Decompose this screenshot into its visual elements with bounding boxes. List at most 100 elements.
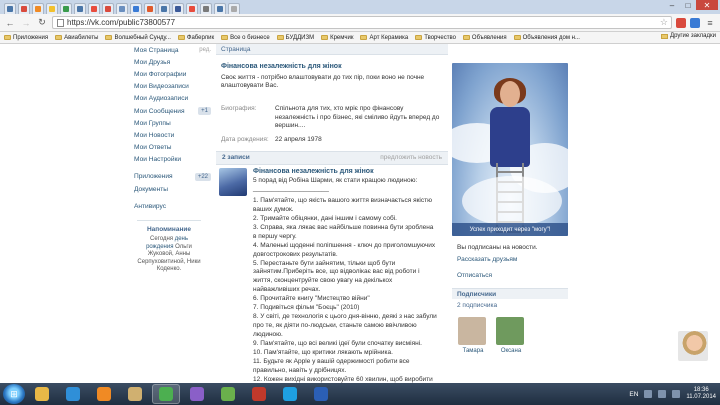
browser-tab[interactable] — [186, 3, 198, 14]
post-line: про те, як діяти по-людськи, станьте сам… — [253, 322, 417, 330]
tab-favicon — [119, 6, 125, 12]
taskbar-app-files[interactable] — [121, 384, 149, 404]
bookmark-item[interactable]: Объявления дом н... — [513, 35, 580, 41]
suggest-news-link[interactable]: предложить новость — [380, 154, 442, 161]
menu-item[interactable]: Мои Сообщения +1 — [133, 105, 211, 117]
post-count[interactable]: 2 записи — [222, 154, 250, 161]
subscriber[interactable]: Оксана — [496, 317, 526, 354]
subscribers-count[interactable]: 2 подписчика — [452, 302, 568, 309]
forward-icon[interactable]: → — [20, 17, 32, 29]
bookmark-item[interactable]: БУДДИЗМ — [276, 35, 314, 41]
post-author[interactable]: Фінансова незалежність для жінок — [253, 168, 445, 175]
tab-favicon — [91, 6, 97, 12]
bookmark-item[interactable]: Арт Керамика — [360, 35, 408, 41]
subscriber[interactable]: Тамара — [458, 317, 488, 354]
menu-item[interactable]: Мои Друзья — [133, 56, 211, 68]
taskbar-app-torrent[interactable] — [214, 384, 242, 404]
post-line: 10. Пам'ятайте, що критики лякають мрійн… — [253, 348, 393, 356]
bookmark-item[interactable]: Волшебный Сунду... — [105, 35, 171, 41]
bookmark-item[interactable]: Авиабилеты — [55, 35, 98, 41]
browser-tab[interactable] — [4, 3, 16, 14]
browser-tab[interactable] — [200, 3, 212, 14]
taskbar-app-media[interactable] — [59, 384, 87, 404]
back-icon[interactable]: ← — [4, 17, 16, 29]
taskbar-app-word[interactable] — [307, 384, 335, 404]
browser-tab[interactable] — [74, 3, 86, 14]
start-button[interactable]: ⊞ — [3, 384, 25, 404]
bookmark-star-icon[interactable]: ☆ — [660, 17, 668, 28]
browser-tab[interactable] — [46, 3, 58, 14]
bookmark-item[interactable]: Творчество — [415, 35, 456, 41]
breadcrumb[interactable]: Страница — [216, 44, 448, 55]
count-badge[interactable]: +1 — [198, 107, 211, 116]
url-field[interactable]: https://vk.com/public73800577 ☆ — [52, 16, 672, 29]
wall-post: Фінансова незалежність для жінок 5 порад… — [219, 167, 448, 383]
clock[interactable]: 18:36 11.07.2014 — [686, 387, 716, 401]
bookmark-item[interactable]: Приложения — [4, 35, 48, 41]
menu-item[interactable]: Моя Страница ред. — [133, 44, 211, 56]
browser-tab[interactable] — [172, 3, 184, 14]
post-line: 6. Прочитайте книгу "Мистецтво війни" — [253, 295, 370, 303]
reminder-header: Напоминание — [146, 226, 191, 234]
bookmark-item[interactable]: Все о бизнесе — [221, 35, 270, 41]
other-bookmarks[interactable]: Другие закладки — [661, 33, 716, 39]
browser-tab[interactable] — [228, 3, 240, 14]
menu-icon[interactable]: ≡ — [704, 17, 716, 29]
close-button[interactable]: ✕ — [696, 0, 718, 10]
edit-link[interactable]: ред. — [199, 47, 211, 53]
subscribers-list: Тамара Оксана — [452, 317, 568, 354]
post-line: довгострокових результатів. — [253, 250, 338, 258]
menu-item-antivirus[interactable]: Антивирус — [133, 200, 211, 212]
taskbar-app-recorder[interactable] — [245, 384, 273, 404]
reload-icon[interactable]: ↻ — [36, 17, 48, 29]
profile-thumbnail[interactable] — [678, 331, 708, 361]
browser-tab[interactable] — [130, 3, 142, 14]
tell-friends-link[interactable]: Рассказать друзьям — [457, 256, 568, 263]
unsubscribe-link[interactable]: Отписаться — [457, 272, 568, 279]
taskbar-app-explorer[interactable] — [28, 384, 56, 404]
browser-tab[interactable] — [32, 3, 44, 14]
extension-icon[interactable] — [676, 17, 686, 28]
browser-tab[interactable] — [144, 3, 156, 14]
post-line: 9. Пам'ятайте, що всі великі ідеї були с… — [253, 339, 422, 347]
tray-icon[interactable] — [644, 390, 653, 398]
maximize-button[interactable]: □ — [680, 0, 696, 10]
network-icon[interactable] — [658, 390, 667, 398]
taskbar-app-chrome[interactable] — [152, 384, 180, 404]
minimize-button[interactable]: – — [664, 0, 680, 10]
browser-tab[interactable] — [214, 3, 226, 14]
group-cover-image[interactable]: Успех приходит через "могу"! — [452, 63, 568, 236]
menu-item-apps[interactable]: Приложения +22 — [133, 171, 211, 183]
address-bar: ← → ↻ https://vk.com/public73800577 ☆ ≡ — [0, 14, 720, 32]
menu-item[interactable]: Мои Группы — [133, 117, 211, 129]
menu-item[interactable]: Мои Ответы — [133, 142, 211, 154]
menu-item[interactable]: Мои Фотографии — [133, 68, 211, 80]
group-info: Биография: Спільнота для тих, хто мріє п… — [221, 105, 448, 145]
browser-tab[interactable] — [60, 3, 72, 14]
main-content: Страница Фінансова незалежність для жіно… — [216, 44, 448, 383]
post-line: 7. Подивіться фільм "Боєць" (2010) — [253, 304, 360, 312]
post-line: людиною. — [253, 331, 283, 338]
browser-tab[interactable] — [102, 3, 114, 14]
bookmark-item[interactable]: Объявления — [462, 35, 507, 41]
subscribers-header[interactable]: Подписчики — [452, 288, 568, 299]
browser-tab[interactable] — [158, 3, 170, 14]
menu-item[interactable]: Мои Новости — [133, 129, 211, 141]
taskbar-app-vlc[interactable] — [90, 384, 118, 404]
menu-item[interactable]: Мои Аудиозаписи — [133, 93, 211, 105]
taskbar-app-skype[interactable] — [276, 384, 304, 404]
bookmark-item[interactable]: Кремчик — [321, 35, 353, 41]
language-indicator[interactable]: EN — [629, 391, 638, 398]
post-author-avatar[interactable] — [219, 167, 247, 196]
browser-tab[interactable] — [88, 3, 100, 14]
bookmark-item[interactable]: Фаберлик — [177, 35, 214, 41]
taskbar-app-viber[interactable] — [183, 384, 211, 404]
extension-icon[interactable] — [690, 17, 700, 28]
volume-icon[interactable] — [672, 390, 681, 398]
browser-tab[interactable] — [116, 3, 128, 14]
menu-item-docs[interactable]: Документы — [133, 183, 211, 195]
menu-item[interactable]: Мои Настройки — [133, 154, 211, 166]
menu-item[interactable]: Мои Видеозаписи — [133, 81, 211, 93]
browser-tab[interactable] — [18, 3, 30, 14]
word-icon — [314, 387, 328, 401]
